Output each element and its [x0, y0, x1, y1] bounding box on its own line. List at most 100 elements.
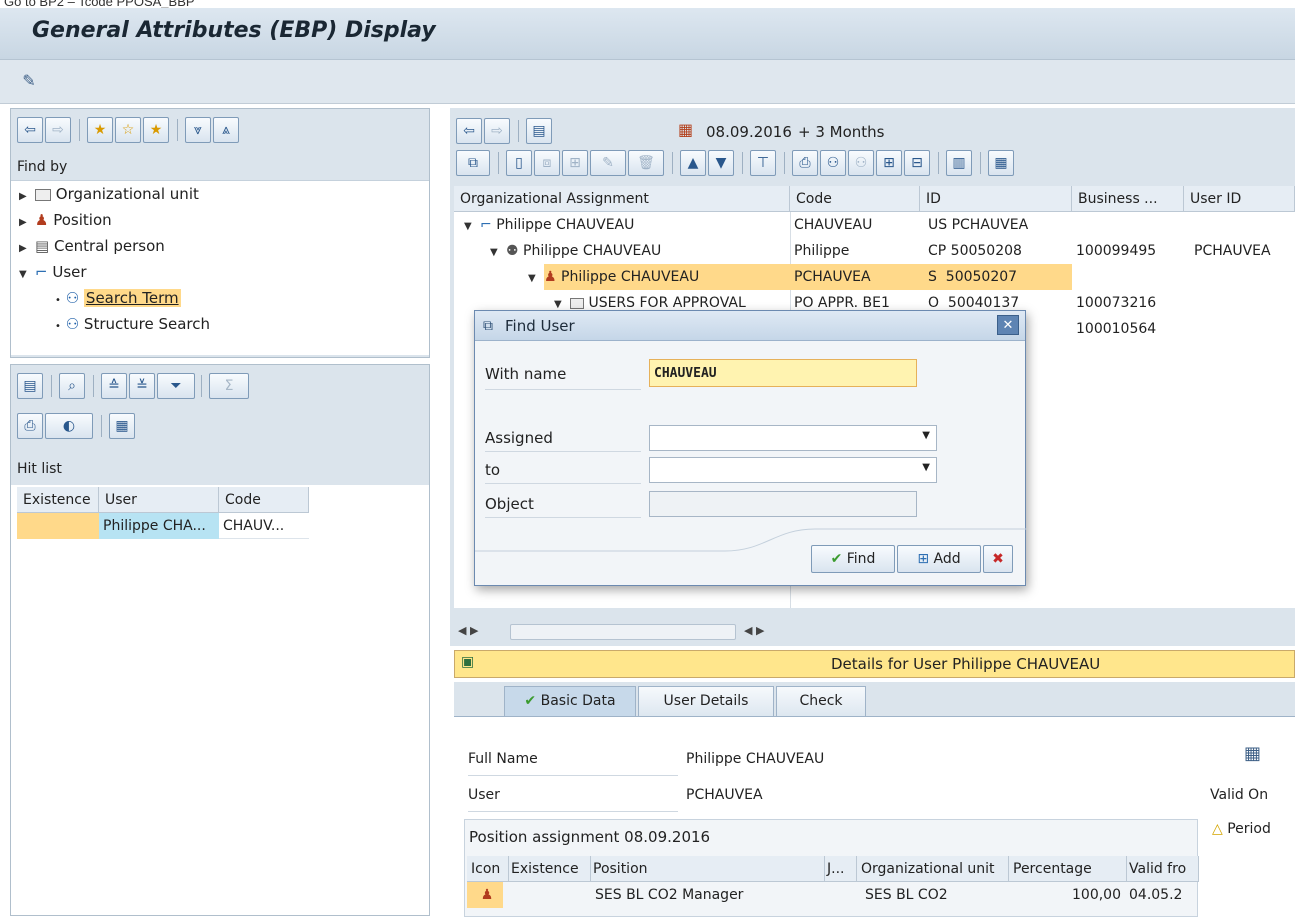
hit-existence-cell[interactable]: [17, 513, 99, 539]
details-button[interactable]: ▤: [17, 373, 43, 399]
find2-button[interactable]: ⚇: [820, 150, 846, 176]
select-button[interactable]: ⧉: [456, 150, 490, 176]
hit-list-label: Hit list: [17, 461, 62, 477]
tree-item-search-term[interactable]: • ⚇ Search Term: [55, 289, 181, 307]
structure-button[interactable]: ⊤: [750, 150, 776, 176]
with-name-label: With name: [485, 365, 567, 383]
back-button[interactable]: ⇦: [17, 117, 43, 143]
col-org-assignment[interactable]: Organizational Assignment: [454, 186, 790, 212]
check-icon: ✔: [830, 551, 843, 567]
to-label: to: [485, 461, 501, 479]
pos-valid-from-cell[interactable]: 04.05.2: [1125, 882, 1199, 908]
change-button[interactable]: ✎: [590, 150, 626, 176]
details-icon[interactable]: ▣: [461, 654, 474, 670]
valid-on-icon[interactable]: ▦: [1244, 743, 1261, 764]
print-button[interactable]: ⎙: [17, 413, 43, 439]
cancel-button[interactable]: ✖: [983, 545, 1013, 573]
assigned-select[interactable]: ▼: [649, 425, 937, 451]
find-by-panel: ⇦ ⇨ ★ ☆ ★ ⩔ ⩓ Find by ▶ Organizational u…: [10, 108, 430, 358]
create-button[interactable]: ▯: [506, 150, 532, 176]
pos-percentage-cell[interactable]: 100,00: [1009, 882, 1121, 908]
col-user-id[interactable]: User ID: [1184, 186, 1295, 212]
layout2-button[interactable]: ▦: [988, 150, 1014, 176]
col-position[interactable]: Position: [591, 856, 825, 882]
tree-item-org-unit[interactable]: ▶ Organizational unit: [19, 185, 199, 203]
sort-asc-button[interactable]: ≙: [101, 373, 127, 399]
forward-button[interactable]: ⇨: [45, 117, 71, 143]
with-name-input[interactable]: [649, 359, 917, 387]
print2-button[interactable]: ⎙: [792, 150, 818, 176]
table-row[interactable]: ▼ ⚉ Philippe CHAUVEAU: [454, 238, 790, 264]
columns-button[interactable]: ▥: [946, 150, 972, 176]
add-button[interactable]: ⊞ Add: [897, 545, 981, 573]
move-down-button[interactable]: ▼: [708, 150, 734, 176]
col-business-partner[interactable]: Business ...: [1072, 186, 1184, 212]
tab-basic-data[interactable]: ✔ Basic Data: [504, 686, 636, 716]
col-code[interactable]: Code: [219, 487, 309, 513]
col-code[interactable]: Code: [790, 186, 920, 212]
dialog-title-bar: ⧉ Find User ✕: [475, 311, 1025, 341]
find-button[interactable]: ✔ Find: [811, 545, 895, 573]
binoculars-icon: ⚇: [65, 315, 80, 333]
tree-item-position[interactable]: ▶ ♟ Position: [19, 211, 112, 229]
col-existence[interactable]: Existence: [17, 487, 99, 513]
copy-button[interactable]: ⧈: [534, 150, 560, 176]
move-up-button[interactable]: ▲: [680, 150, 706, 176]
col-icon[interactable]: Icon: [467, 856, 509, 882]
object-field[interactable]: [649, 491, 917, 517]
table-row[interactable]: ▼ ♟ Philippe CHAUVEAU: [454, 264, 790, 290]
tree-item-structure-search[interactable]: • ⚇ Structure Search: [55, 315, 210, 333]
add-favorite-button[interactable]: ★: [87, 117, 113, 143]
col-org-unit[interactable]: Organizational unit: [857, 856, 1009, 882]
find-next-button[interactable]: ⚇: [848, 150, 874, 176]
collapse-all-button[interactable]: ⊟: [904, 150, 930, 176]
delete-favorite-button[interactable]: ★: [143, 117, 169, 143]
col-percentage[interactable]: Percentage: [1009, 856, 1127, 882]
display-change-icon[interactable]: ✎: [18, 70, 40, 92]
pos-org-unit-cell[interactable]: SES BL CO2: [861, 882, 1009, 908]
dialog-title: Find User: [505, 317, 575, 335]
details-title: Details for User Philippe CHAUVEAU: [831, 655, 1101, 673]
pos-position-cell[interactable]: SES BL CO2 Manager: [591, 882, 825, 908]
close-icon[interactable]: ✕: [997, 315, 1019, 335]
hit-code-cell[interactable]: CHAUV...: [219, 513, 309, 539]
horizontal-scrollbar[interactable]: ◀ ▶ ◀ ▶: [454, 620, 1295, 646]
filter-button[interactable]: ⏷: [157, 373, 195, 399]
col-j[interactable]: J...: [825, 856, 857, 882]
find-button[interactable]: ⌕: [59, 373, 85, 399]
tab-check[interactable]: Check: [776, 686, 866, 716]
add-icon: ⊞: [917, 551, 930, 567]
hit-user-cell[interactable]: Philippe CHA...: [99, 513, 219, 539]
assign-button[interactable]: ⊞: [562, 150, 588, 176]
cell-bp: 100073216: [1076, 295, 1157, 311]
overview-button[interactable]: ▤: [526, 118, 552, 144]
collapse-button[interactable]: ⩓: [213, 117, 239, 143]
col-user[interactable]: User: [99, 487, 219, 513]
tree-item-user[interactable]: ▼ ⌐ User: [19, 263, 87, 281]
tree-item-central-person[interactable]: ▶ ▤ Central person: [19, 237, 165, 255]
calendar-icon[interactable]: ▦: [678, 120, 693, 139]
key-date: 08.09.2016: [706, 123, 792, 141]
cell-code: Philippe: [794, 243, 850, 259]
export-button[interactable]: ◐: [45, 413, 93, 439]
expand-button[interactable]: ⩔: [185, 117, 211, 143]
col-valid-from[interactable]: Valid fro: [1127, 856, 1199, 882]
sum-button[interactable]: Σ: [209, 373, 249, 399]
col-id[interactable]: ID: [920, 186, 1072, 212]
org-unit-icon: [35, 188, 51, 201]
tab-user-details[interactable]: User Details: [638, 686, 774, 716]
delete-button[interactable]: 🗑: [628, 150, 664, 176]
full-name-value: Philippe CHAUVEAU: [686, 751, 825, 767]
position-icon[interactable]: ♟: [467, 882, 503, 908]
sort-desc-button[interactable]: ≚: [129, 373, 155, 399]
favorite-button[interactable]: ☆: [115, 117, 141, 143]
find-user-dialog: ⧉ Find User ✕ With name Assigned ▼ to ▼ …: [474, 310, 1027, 586]
to-select[interactable]: ▼: [649, 457, 937, 483]
expand-all-button[interactable]: ⊞: [876, 150, 902, 176]
right-back-button[interactable]: ⇦: [456, 118, 482, 144]
right-forward-button[interactable]: ⇨: [484, 118, 510, 144]
table-row[interactable]: ▼ ⌐ Philippe CHAUVEAU: [454, 212, 790, 238]
position-assignment-box: Position assignment 08.09.2016 Icon Exis…: [464, 819, 1199, 917]
col-existence[interactable]: Existence: [509, 856, 591, 882]
layout-button[interactable]: ▦: [109, 413, 135, 439]
